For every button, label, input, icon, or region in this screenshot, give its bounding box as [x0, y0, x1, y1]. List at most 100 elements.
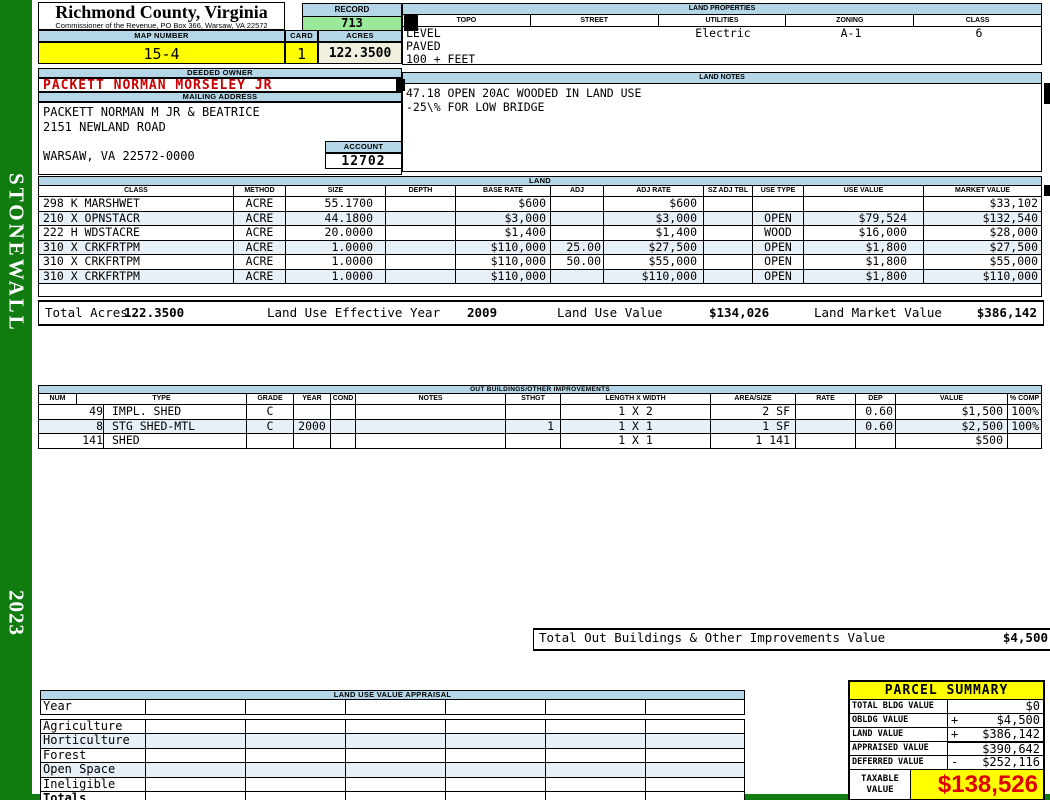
appraisal-empty-cell [146, 792, 246, 800]
county-title-box: Richmond County, Virginia Commissioner o… [38, 2, 285, 30]
cell: 44.1800 [286, 211, 386, 225]
out-buildings-total-row: Total Out Buildings & Other Improvements… [533, 628, 1050, 651]
cell: 100% [1011, 405, 1039, 418]
cell [796, 405, 856, 419]
out-buildings-total-label: Total Out Buildings & Other Improvements… [539, 630, 886, 645]
land-table: LAND CLASS METHOD SIZE DEPTH BASE RATE ADJ ADJ… [38, 176, 1042, 297]
cell: 49 [39, 405, 104, 419]
cell: $79,524 [804, 211, 924, 225]
cell [1008, 434, 1041, 448]
cell: $3,000 [456, 211, 551, 225]
appraisal-empty-cell [446, 700, 546, 714]
cell: 20.0000 [286, 226, 386, 240]
appraisal-empty-cell [346, 763, 446, 777]
appraisal-empty-cell [246, 719, 346, 733]
cell: SHED [104, 434, 247, 448]
cell: $2,500 [896, 419, 1008, 433]
cell [551, 197, 604, 211]
cell: 55.1700 [286, 197, 386, 211]
acres-label: ACRES [318, 30, 402, 42]
appraisal-empty-cell [646, 720, 744, 734]
taxable-value-row: TAXABLE VALUE $138,526 [850, 770, 1043, 799]
cell: 2 SF [711, 405, 796, 419]
cell [753, 197, 804, 211]
appraisal-empty-cell [546, 763, 646, 777]
cell [804, 197, 924, 211]
cell: 0.60 [856, 405, 896, 419]
cell: $27,500 [989, 240, 1038, 254]
scan-mark-top [404, 15, 418, 31]
appraisal-empty-cell [446, 792, 546, 800]
cell: 298 K MARSHWET [39, 197, 234, 211]
column-header: VALUE [896, 394, 1008, 404]
cell: $110,000 [982, 269, 1038, 283]
appraisal-row-label: Horticulture [41, 734, 146, 748]
land-row: 222 H WDSTACRE ACRE 20.0000 $1,400 $1,400 … [39, 226, 1041, 241]
cell [386, 211, 456, 225]
class-value: 6 [975, 26, 983, 40]
parcel-summary-row-label: APPRAISED VALUE [850, 742, 948, 755]
appraisal-row: Year [41, 700, 744, 715]
cell: $132,540 [982, 211, 1038, 225]
deeded-owner-name: PACKETT NORMAN MORSELEY JR [38, 78, 402, 93]
effective-year-value: 2009 [467, 305, 498, 320]
land-row: 210 X OPNSTACR ACRE 44.1800 $3,000 $3,000 … [39, 211, 1041, 226]
land-market-value: $386,142 [976, 305, 1037, 320]
address-line: PACKETT NORMAN M JR & BEATRICE [43, 105, 260, 119]
cell: $55,000 [989, 255, 1038, 268]
record-box: RECORD 713 [302, 3, 402, 30]
appraisal-row-label: Totals [41, 792, 146, 800]
account-label: ACCOUNT [325, 141, 402, 153]
appraisal-row: Totals [41, 792, 744, 800]
cell: OPEN [753, 240, 804, 254]
appraisal-empty-cell [646, 700, 744, 714]
topo-line: 100 + FEET [406, 52, 476, 66]
cell: ACRE [234, 197, 286, 211]
cell: $28,000 [989, 226, 1038, 239]
appraisal-empty-cell [146, 719, 246, 733]
value-sign: + [951, 713, 959, 727]
appraisal-empty-cell [146, 777, 246, 791]
cell: $3,000 [604, 211, 704, 225]
appraisal-empty-cell [646, 792, 744, 800]
cell [331, 405, 356, 419]
land-note-line: 47.18 OPEN 20AC WOODED IN LAND USE [406, 86, 642, 100]
cell [386, 226, 456, 240]
cell: 1 [506, 419, 561, 433]
land-notes-text: 47.18 OPEN 20AC WOODED IN LAND USE -25\% … [403, 84, 1041, 114]
column-header: AREA/SIZE [711, 394, 796, 404]
column-header: ADJ [551, 186, 604, 196]
scan-mark-owner [396, 79, 405, 91]
cell: 210 X OPNSTACR [39, 211, 234, 225]
card-value: 1 [285, 42, 318, 64]
cell: STG SHED-MTL [104, 419, 247, 433]
mailing-address-label: MAILING ADDRESS [38, 92, 402, 102]
cell: OPEN [753, 255, 804, 269]
column-header: CLASS [39, 186, 234, 196]
value-sign: - [951, 755, 959, 769]
land-market-value-label: Land Market Value [814, 305, 942, 320]
appraisal-empty-cell [146, 748, 246, 762]
parcel-summary-title: PARCEL SUMMARY [850, 682, 1043, 700]
column-header: YEAR [294, 394, 331, 404]
appraisal-row-label: Year [41, 700, 146, 714]
land-properties-title: LAND PROPERTIES [403, 4, 1041, 15]
column-header: NOTES [356, 394, 506, 404]
appraisal-empty-cell [546, 734, 646, 748]
cell: 25.00 [551, 240, 604, 254]
acres-value: 122.3500 [318, 42, 402, 64]
appraisal-row: Horticulture [41, 734, 744, 749]
parcel-summary-value-cell: - $252,116 [951, 755, 1040, 769]
cell: 141 [39, 434, 104, 448]
cell [704, 269, 753, 283]
column-header: SIZE [286, 186, 386, 196]
land-properties-column-header: ZONING [786, 15, 915, 26]
cell [386, 240, 456, 254]
appraisal-empty-cell [146, 734, 246, 748]
cell: $1,800 [804, 269, 924, 283]
out-building-row: 8 STG SHED-MTL C 2000 11 X 11 SF 0.60 $2,500… [39, 419, 1041, 434]
appraisal-empty-cell [646, 763, 744, 777]
cell [331, 434, 356, 448]
cell [704, 255, 753, 269]
appraisal-row: Agriculture [41, 719, 744, 734]
